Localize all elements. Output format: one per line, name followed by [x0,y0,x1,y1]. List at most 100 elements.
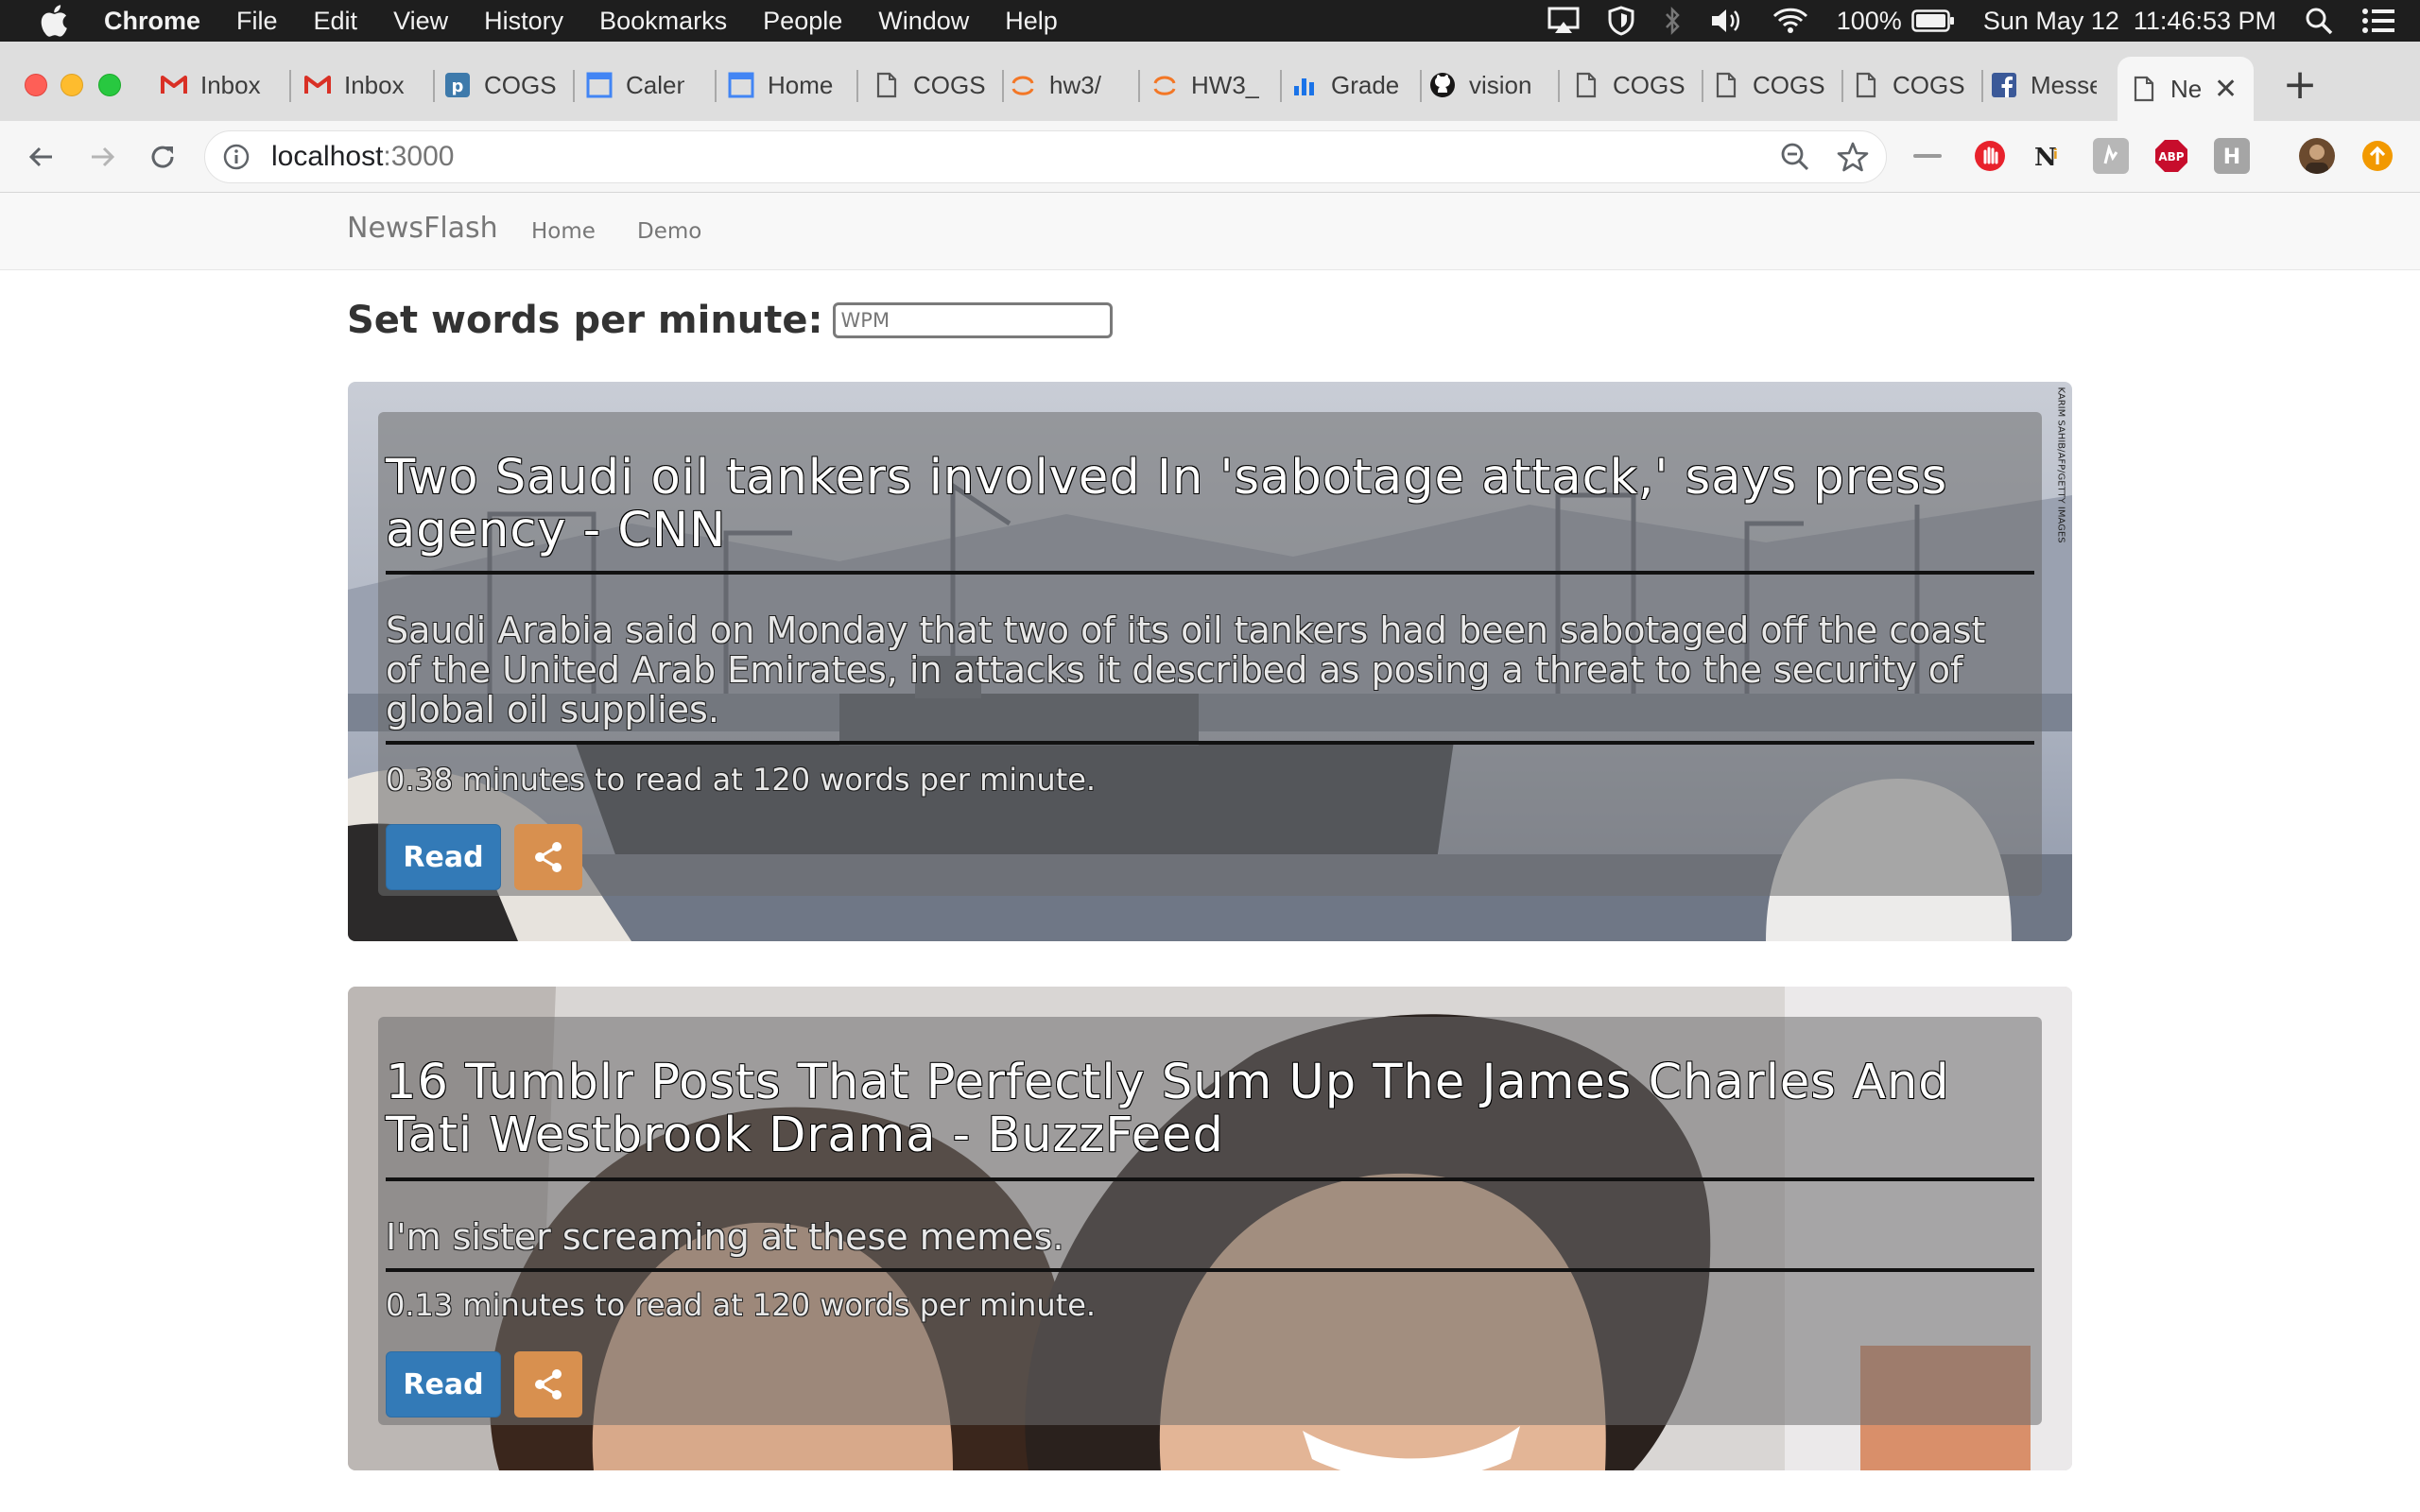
tab-separator [289,70,291,102]
menu-people[interactable]: People [763,7,842,36]
site-info-icon[interactable] [222,143,251,171]
tab-hw3-notebook[interactable]: HW3_ [1151,57,1282,113]
tab-separator [573,70,575,102]
shield-icon[interactable] [1608,6,1634,36]
share-icon [535,1369,562,1400]
tab-inbox-1[interactable]: Inbox [161,57,291,113]
menu-history[interactable]: History [484,7,563,36]
site-navbar: NewsFlash Home Demo [0,193,2420,270]
menu-edit[interactable]: Edit [314,7,358,36]
tab-cogs-doc-2[interactable]: COGS [1573,57,1703,113]
menu-help[interactable]: Help [1005,7,1058,36]
article-card-1: KARIM SAHIB/AFP/GETTY IMAGES Two Saudi o… [348,382,2072,941]
tab-messenger[interactable]: Messenger [1991,57,2102,113]
tab-separator [1420,70,1422,102]
wifi-icon[interactable] [1772,7,1808,35]
menu-file[interactable]: File [236,7,278,36]
menu-app-name[interactable]: Chrome [104,7,200,36]
apple-logo-icon[interactable] [32,0,76,42]
read-button[interactable]: Read [386,824,501,890]
tab-cogs-piazza[interactable]: p COGS [444,57,575,113]
tab-strip: Inbox Inbox p COGS Calendar Home COGS hw… [0,42,2420,121]
svg-text:p: p [452,77,464,96]
share-icon [535,842,562,872]
menubar-clock[interactable]: Sun May 12 11:46:53 PM [1983,7,2276,36]
title-divider [386,1177,2034,1181]
tab-newsflash-active[interactable]: NewsFlash ✕ [2118,57,2254,121]
tab-separator [1981,70,1983,102]
article-title[interactable]: 16 Tumblr Posts That Perfectly Sum Up Th… [386,1057,2031,1162]
extension-ni-icon[interactable]: Ni [2031,138,2066,174]
tab-separator [1841,70,1843,102]
wpm-setting: Set words per minute: [347,299,1113,342]
nav-demo-link[interactable]: Demo [637,219,701,244]
tab-cogs-doc-1[interactable]: COGS [873,57,1004,113]
chrome-update-icon[interactable] [2360,138,2395,174]
site-brand[interactable]: NewsFlash [347,212,498,245]
spotlight-search-icon[interactable] [2305,7,2333,35]
back-arrow-icon[interactable] [21,136,62,178]
share-button[interactable] [514,1351,582,1418]
address-bar[interactable]: localhost:3000 [204,130,1887,183]
window-close-button[interactable] [25,74,47,96]
piazza-icon: p [444,72,471,98]
tab-grades[interactable]: Grade [1291,57,1422,113]
svg-text:i: i [2053,147,2058,163]
tab-cogs-doc-3[interactable]: COGS [1713,57,1843,113]
svg-text:ABP: ABP [2158,150,2184,163]
jupyter-icon [1151,72,1178,98]
read-button[interactable]: Read [386,1351,501,1418]
nav-home-link[interactable]: Home [531,219,596,244]
new-tab-button[interactable]: + [2278,64,2322,110]
battery-percent: 100% [1836,6,1902,35]
document-icon [873,72,900,98]
share-button[interactable] [514,824,582,890]
window-zoom-button[interactable] [98,74,121,96]
tab-hw3-jupyter[interactable]: hw3/ [1010,57,1140,113]
extension-grammarly-icon[interactable] [1910,138,1945,174]
reload-icon[interactable] [142,136,183,178]
wpm-label: Set words per minute: [347,299,823,342]
forward-arrow-icon[interactable] [81,136,123,178]
article-card-2: 16 Tumblr Posts That Perfectly Sum Up Th… [348,987,2072,1470]
bookmark-star-icon[interactable] [1837,141,1869,177]
github-icon [1429,72,1456,98]
window-minimize-button[interactable] [60,74,83,96]
menu-view[interactable]: View [393,7,448,36]
calendar-icon [586,72,613,98]
volume-icon[interactable] [1710,7,1744,35]
extension-h-icon[interactable]: H [2214,138,2250,174]
extension-grey-icon[interactable] [2093,138,2129,174]
url-text: localhost:3000 [271,141,454,173]
article-read-time: 0.13 minutes to read at 120 words per mi… [386,1287,1097,1323]
profile-avatar[interactable] [2299,138,2335,174]
bluetooth-icon[interactable] [1663,6,1682,36]
wpm-input[interactable] [832,302,1113,338]
battery-icon[interactable] [1911,9,1955,32]
page-viewport: NewsFlash Home Demo Set words per minute… [0,193,2420,1512]
tab-inbox-2[interactable]: Inbox [304,57,435,113]
tab-home[interactable]: Home [728,57,858,113]
tab-calendar[interactable]: Calendar [586,57,717,113]
tab-separator [1558,70,1560,102]
article-read-time: 0.38 minutes to read at 120 words per mi… [386,762,1097,798]
airplay-icon[interactable] [1547,7,1580,35]
zoom-icon[interactable] [1780,142,1810,176]
tab-cogs-doc-4[interactable]: COGS [1853,57,1983,113]
adblock-plus-icon[interactable]: ABP [2153,138,2189,174]
menu-bookmarks[interactable]: Bookmarks [599,7,727,36]
article-title[interactable]: Two Saudi oil tankers involved In 'sabot… [386,452,2031,558]
tab-separator [715,70,717,102]
menu-window[interactable]: Window [878,7,969,36]
close-tab-icon[interactable]: ✕ [2214,73,2238,106]
extension-red-hand-icon[interactable] [1972,138,2008,174]
document-icon [1713,72,1739,98]
article-description: Saudi Arabia said on Monday that two of … [386,610,1986,730]
tab-separator [1280,70,1282,102]
url-host: localhost [271,141,384,172]
tab-vision-github[interactable]: vision [1429,57,1560,113]
tab-separator [1138,70,1140,102]
description-divider [386,1268,2034,1272]
svg-text:H: H [2223,146,2240,168]
notification-center-icon[interactable] [2361,8,2395,34]
